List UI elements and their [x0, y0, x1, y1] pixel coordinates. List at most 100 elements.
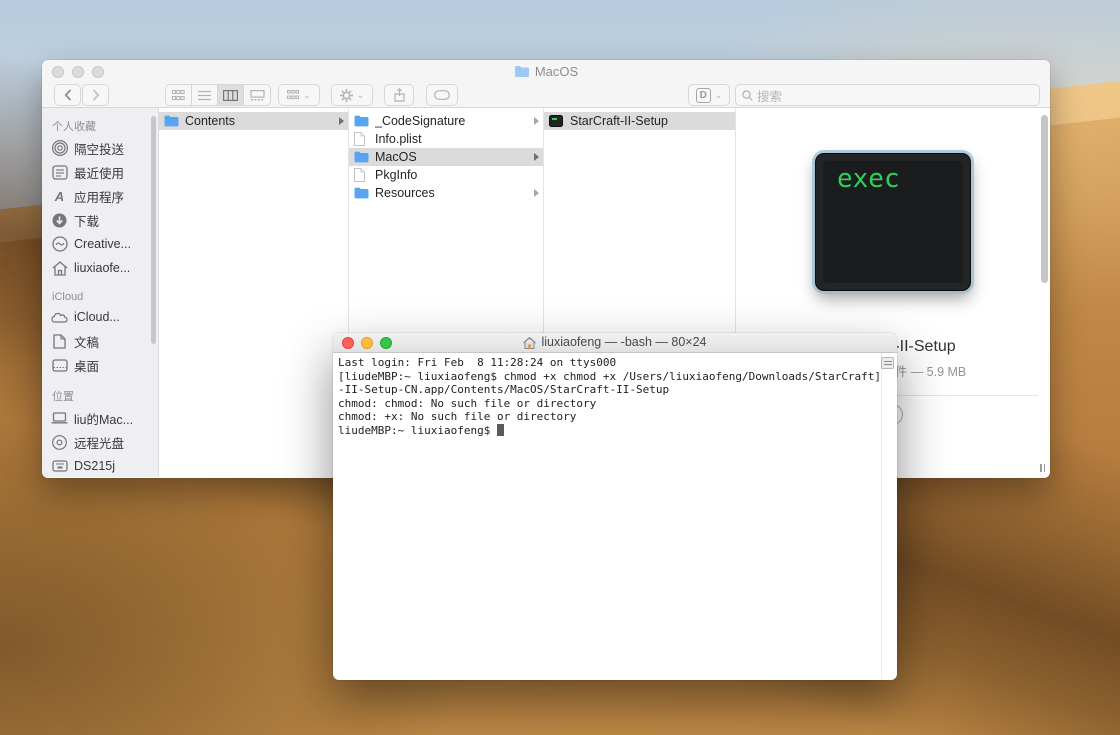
gear-icon [340, 89, 353, 102]
finder-title-text: MacOS [535, 64, 578, 79]
folder-icon [354, 150, 370, 164]
finder-window-title: MacOS [42, 64, 1050, 81]
terminal-cursor [497, 424, 504, 436]
group-button[interactable]: ⌄ [278, 84, 320, 106]
sidebar-section-locations: 位置 [42, 384, 158, 406]
gallery-view-button[interactable] [244, 85, 270, 105]
sidebar-section-icloud: iCloud [42, 287, 158, 305]
sidebar-item-label: DS215j [74, 459, 115, 473]
sidebar-item-label: liuxiaofe... [74, 261, 130, 275]
desktop-icon [51, 357, 68, 374]
share-icon [394, 88, 405, 102]
nas-icon [51, 458, 68, 475]
sidebar-item-home[interactable]: liuxiaofe... [42, 256, 158, 280]
sidebar-item-label: Creative... [74, 237, 131, 251]
creative-cloud-icon [51, 236, 68, 253]
list-view-button[interactable] [192, 85, 218, 105]
chevron-down-icon: ⌄ [715, 90, 723, 101]
share-button[interactable] [384, 84, 414, 106]
file-name: Contents [185, 114, 336, 128]
file-name: StarCraft-II-Setup [570, 114, 731, 128]
finder-column-1: Contents [159, 108, 349, 477]
folder-icon [354, 114, 370, 128]
remote-disc-icon [51, 434, 68, 451]
file-row-macos[interactable]: MacOS [349, 148, 543, 166]
chevron-right-icon [534, 117, 539, 125]
file-row-resources[interactable]: Resources [349, 184, 543, 202]
icon-view-button[interactable] [166, 85, 192, 105]
terminal-marks-button[interactable] [881, 357, 894, 369]
back-button[interactable] [54, 84, 81, 106]
terminal-scrollbar-track[interactable] [881, 353, 882, 679]
column-resize-handle[interactable] [1040, 464, 1045, 472]
document-icon [354, 168, 370, 182]
search-field[interactable]: 搜索 [735, 84, 1040, 106]
file-row-contents[interactable]: Contents [159, 112, 348, 130]
sidebar-scrollbar[interactable] [151, 116, 156, 344]
document-icon [354, 132, 370, 146]
sidebar-item-recents[interactable]: 最近使用 [42, 160, 158, 184]
view-mode-control [165, 84, 271, 106]
tags-button[interactable] [426, 84, 458, 106]
sidebar-item-label: 隔空投送 [74, 139, 124, 158]
sidebar-item-airdrop[interactable]: 隔空投送 [42, 136, 158, 160]
executable-preview-icon[interactable]: exec [815, 153, 971, 291]
sidebar-item-applications[interactable]: A 应用程序 [42, 184, 158, 208]
file-name: Resources [375, 186, 531, 200]
terminal-prompt-line: liudeMBP:~ liuxiaofeng$ [338, 424, 881, 438]
terminal-prompt: liudeMBP:~ liuxiaofeng$ [338, 424, 497, 437]
list-view-icon [198, 90, 211, 101]
applications-icon: A [51, 188, 68, 205]
terminal-body[interactable]: Last login: Fri Feb 8 11:28:24 on ttys00… [333, 353, 897, 679]
folder-icon [164, 114, 180, 128]
sidebar-item-mac[interactable]: liu的Mac... [42, 406, 158, 430]
sidebar-item-nas[interactable]: DS215j [42, 454, 158, 477]
terminal-line: [liudeMBP:~ liuxiaofeng$ chmod +x chmod … [338, 370, 881, 384]
mac-icon [51, 410, 68, 427]
file-row-starcraft-setup[interactable]: StarCraft-II-Setup [544, 112, 735, 130]
terminal-line: Last login: Fri Feb 8 11:28:24 on ttys00… [338, 356, 881, 370]
home-icon [51, 260, 68, 277]
terminal-line: -II-Setup-CN.app/Contents/MacOS/StarCraf… [338, 383, 881, 397]
finder-sidebar: 个人收藏 隔空投送 最近使用 A 应用程序 下载 [42, 108, 159, 477]
search-placeholder: 搜索 [757, 86, 782, 105]
recents-icon [51, 164, 68, 181]
sidebar-item-creative-cloud[interactable]: Creative... [42, 232, 158, 256]
folder-icon [354, 186, 370, 200]
sidebar-item-remote-disc[interactable]: 远程光盘 [42, 430, 158, 454]
file-row-codesignature[interactable]: _CodeSignature [349, 112, 543, 130]
forward-button[interactable] [82, 84, 109, 106]
terminal-titlebar[interactable]: liuxiaofeng — -bash — 80×24 [333, 333, 897, 353]
file-name: PkgInfo [375, 168, 539, 182]
finder-titlebar[interactable]: MacOS [42, 60, 1050, 108]
sidebar-item-documents[interactable]: 文稿 [42, 329, 158, 353]
chevron-right-icon [92, 89, 100, 101]
gallery-view-icon [250, 90, 265, 101]
sidebar-section-favorites: 个人收藏 [42, 114, 158, 136]
column-view-button[interactable] [218, 85, 244, 105]
airdrop-icon [51, 140, 68, 157]
terminal-line: chmod: +x: No such file or directory [338, 410, 881, 424]
action-button[interactable]: ⌄ [331, 84, 373, 106]
tag-icon [434, 90, 450, 100]
search-icon [742, 90, 753, 101]
documents-icon [51, 333, 68, 350]
finder-toolbar: ⌄ ⌄ D ⌄ 搜索 [42, 84, 1050, 108]
sidebar-item-downloads[interactable]: 下载 [42, 208, 158, 232]
sidebar-item-label: 下载 [74, 211, 99, 230]
sidebar-item-label: 桌面 [74, 356, 99, 375]
terminal-window: liuxiaofeng — -bash — 80×24 Last login: … [333, 333, 897, 680]
sidebar-item-label: 最近使用 [74, 163, 124, 182]
file-row-pkginfo[interactable]: PkgInfo [349, 166, 543, 184]
file-name: MacOS [375, 150, 531, 164]
chevron-right-icon [534, 153, 539, 161]
home-proxy-icon [523, 337, 536, 349]
sidebar-item-desktop[interactable]: 桌面 [42, 353, 158, 377]
dropbox-d-button[interactable]: D ⌄ [688, 84, 730, 106]
exec-label: exec [837, 164, 900, 194]
file-row-infoplist[interactable]: Info.plist [349, 130, 543, 148]
preview-scrollbar[interactable] [1041, 115, 1048, 283]
file-name: Info.plist [375, 132, 539, 146]
group-by-icon [287, 90, 299, 100]
sidebar-item-icloud-drive[interactable]: iCloud... [42, 305, 158, 329]
